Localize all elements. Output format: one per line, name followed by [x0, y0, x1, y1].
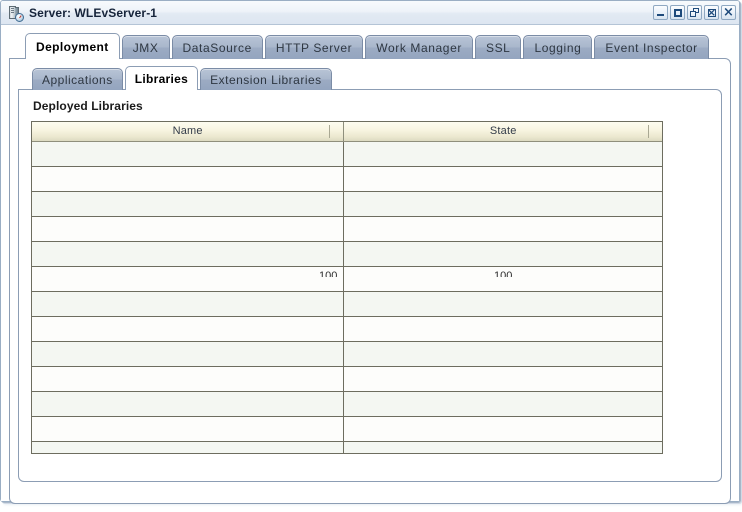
- minimize-button[interactable]: [653, 5, 668, 20]
- tab-work-manager[interactable]: Work Manager: [365, 35, 473, 59]
- cell-name: [32, 141, 345, 167]
- cell-name: [32, 416, 345, 442]
- cell-name: [32, 216, 345, 242]
- application-window: Server: WLEvServer-1 Deployment JMX Data…: [0, 0, 740, 504]
- tab-logging[interactable]: Logging: [523, 35, 593, 59]
- cell-state: [343, 291, 662, 317]
- cell-name: [32, 441, 345, 453]
- main-tab-strip: Deployment JMX DataSource HTTP Server Wo…: [9, 33, 731, 59]
- table-row[interactable]: [32, 341, 662, 367]
- table-header-row: Name State: [32, 122, 662, 142]
- subtab-extension-libraries[interactable]: Extension Libraries: [200, 68, 332, 90]
- cell-state: 100: [343, 266, 662, 292]
- window-title: Server: WLEvServer-1: [29, 5, 158, 20]
- cell-state: [343, 316, 662, 342]
- table-row[interactable]: [32, 391, 662, 417]
- tab-ssl[interactable]: SSL: [474, 35, 522, 59]
- table-row[interactable]: [32, 291, 662, 317]
- table-row[interactable]: [32, 216, 662, 242]
- table-body: 100 100: [32, 141, 662, 453]
- deployed-libraries-table: Name State 100 100: [32, 122, 662, 453]
- maximize-button[interactable]: [670, 5, 685, 20]
- column-header-name-label: Name: [172, 125, 203, 138]
- deployment-panel: Applications Libraries Extension Librari…: [9, 58, 731, 504]
- cell-state-value: 100: [493, 270, 513, 277]
- column-header-name[interactable]: Name: [32, 122, 345, 142]
- cell-name: [32, 291, 345, 317]
- table-row[interactable]: [32, 191, 662, 217]
- cell-name-value: 100: [318, 270, 338, 277]
- table-row[interactable]: [32, 416, 662, 442]
- cell-state: [343, 216, 662, 242]
- table-row[interactable]: [32, 166, 662, 192]
- table-header: Name State: [32, 122, 662, 142]
- table-row[interactable]: [32, 141, 662, 167]
- tab-event-inspector[interactable]: Event Inspector: [594, 35, 709, 59]
- cell-state: [343, 441, 662, 453]
- cell-state: [343, 166, 662, 192]
- close-button[interactable]: [721, 5, 736, 20]
- sub-tab-strip: Applications Libraries Extension Librari…: [18, 66, 722, 90]
- libraries-panel: Deployed Libraries Name State 100 100: [18, 89, 722, 482]
- column-resize-grip-name[interactable]: [329, 125, 331, 138]
- cell-state: [343, 141, 662, 167]
- tab-jmx[interactable]: JMX: [121, 35, 170, 59]
- cell-state: [343, 241, 662, 267]
- cell-name: 100: [32, 266, 345, 292]
- table-row[interactable]: [32, 316, 662, 342]
- cell-state: [343, 391, 662, 417]
- cell-state: [343, 416, 662, 442]
- column-resize-grip-state[interactable]: [648, 125, 649, 138]
- subtab-libraries[interactable]: Libraries: [124, 66, 199, 90]
- subtab-applications[interactable]: Applications: [32, 68, 123, 90]
- cell-name: [32, 341, 345, 367]
- tab-datasource[interactable]: DataSource: [171, 35, 263, 59]
- window-title-bar[interactable]: Server: WLEvServer-1: [1, 1, 739, 25]
- deployed-libraries-table-container: Name State 100 100: [31, 121, 663, 454]
- restore-button[interactable]: [687, 5, 702, 20]
- window-body: Deployment JMX DataSource HTTP Server Wo…: [1, 26, 739, 504]
- cell-name: [32, 391, 345, 417]
- cell-state: [343, 191, 662, 217]
- cell-name: [32, 316, 345, 342]
- section-heading: Deployed Libraries: [33, 99, 143, 113]
- cell-name: [32, 191, 345, 217]
- server-clock-icon: [7, 5, 24, 22]
- cell-name: [32, 241, 345, 267]
- table-row[interactable]: [32, 241, 662, 267]
- table-row[interactable]: 100 100: [32, 266, 662, 292]
- table-row[interactable]: [32, 441, 662, 453]
- close-box-button[interactable]: [704, 5, 719, 20]
- table-row[interactable]: [32, 366, 662, 392]
- cell-name: [32, 366, 345, 392]
- window-controls: [653, 5, 736, 20]
- column-header-state[interactable]: State: [343, 122, 662, 142]
- cell-state: [343, 341, 662, 367]
- tab-deployment[interactable]: Deployment: [25, 33, 120, 59]
- tab-http-server[interactable]: HTTP Server: [264, 35, 364, 59]
- cell-name: [32, 166, 345, 192]
- column-header-state-label: State: [489, 125, 517, 138]
- cell-state: [343, 366, 662, 392]
